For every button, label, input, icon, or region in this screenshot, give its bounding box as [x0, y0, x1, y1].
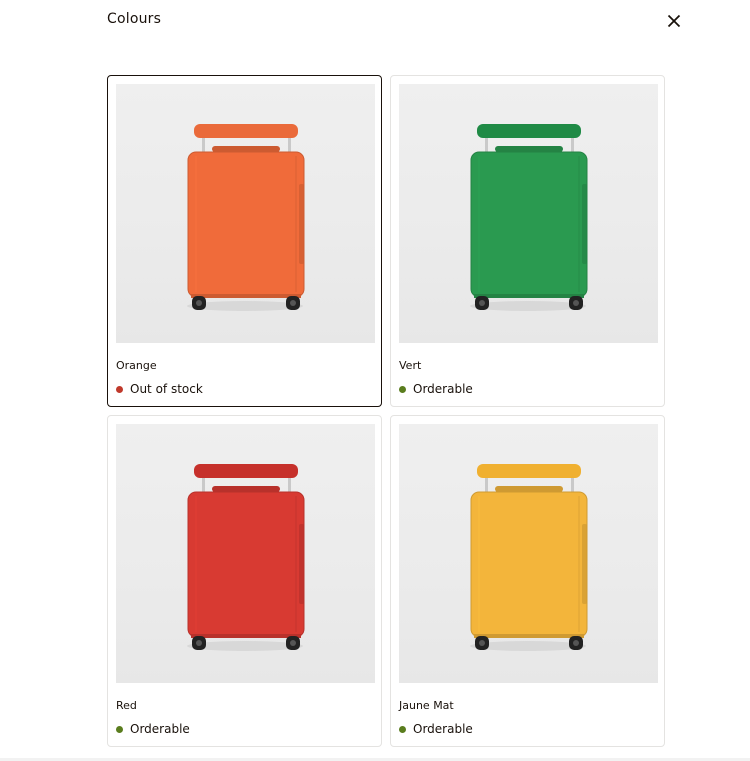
status-label: Orderable — [130, 722, 190, 736]
colour-name: Red — [116, 699, 137, 712]
product-image — [116, 84, 375, 343]
colours-panel: Colours Orange Out of stock Vert Orderab… — [0, 0, 750, 761]
stock-status: Out of stock — [116, 382, 203, 396]
status-dot-icon — [399, 385, 406, 393]
product-image — [399, 424, 658, 683]
colour-name: Jaune Mat — [399, 699, 454, 712]
close-icon — [667, 14, 681, 28]
status-dot-icon — [116, 385, 123, 393]
status-label: Out of stock — [130, 382, 203, 396]
close-button[interactable] — [664, 11, 684, 31]
colour-card-red[interactable]: Red Orderable — [107, 415, 382, 747]
status-label: Orderable — [413, 382, 473, 396]
status-dot-icon — [399, 725, 406, 733]
colour-card-vert[interactable]: Vert Orderable — [390, 75, 665, 407]
panel-title: Colours — [107, 11, 162, 27]
suitcase-illustration — [470, 464, 588, 651]
colour-name: Orange — [116, 359, 157, 372]
product-image — [399, 84, 658, 343]
suitcase-illustration — [187, 464, 305, 651]
stock-status: Orderable — [116, 722, 190, 736]
colour-name: Vert — [399, 359, 422, 372]
stock-status: Orderable — [399, 722, 473, 736]
status-dot-icon — [116, 725, 123, 733]
colour-card-jaune-mat[interactable]: Jaune Mat Orderable — [390, 415, 665, 747]
suitcase-illustration — [470, 124, 588, 311]
stock-status: Orderable — [399, 382, 473, 396]
colour-card-orange[interactable]: Orange Out of stock — [107, 75, 382, 407]
status-label: Orderable — [413, 722, 473, 736]
suitcase-illustration — [187, 124, 305, 311]
product-image — [116, 424, 375, 683]
